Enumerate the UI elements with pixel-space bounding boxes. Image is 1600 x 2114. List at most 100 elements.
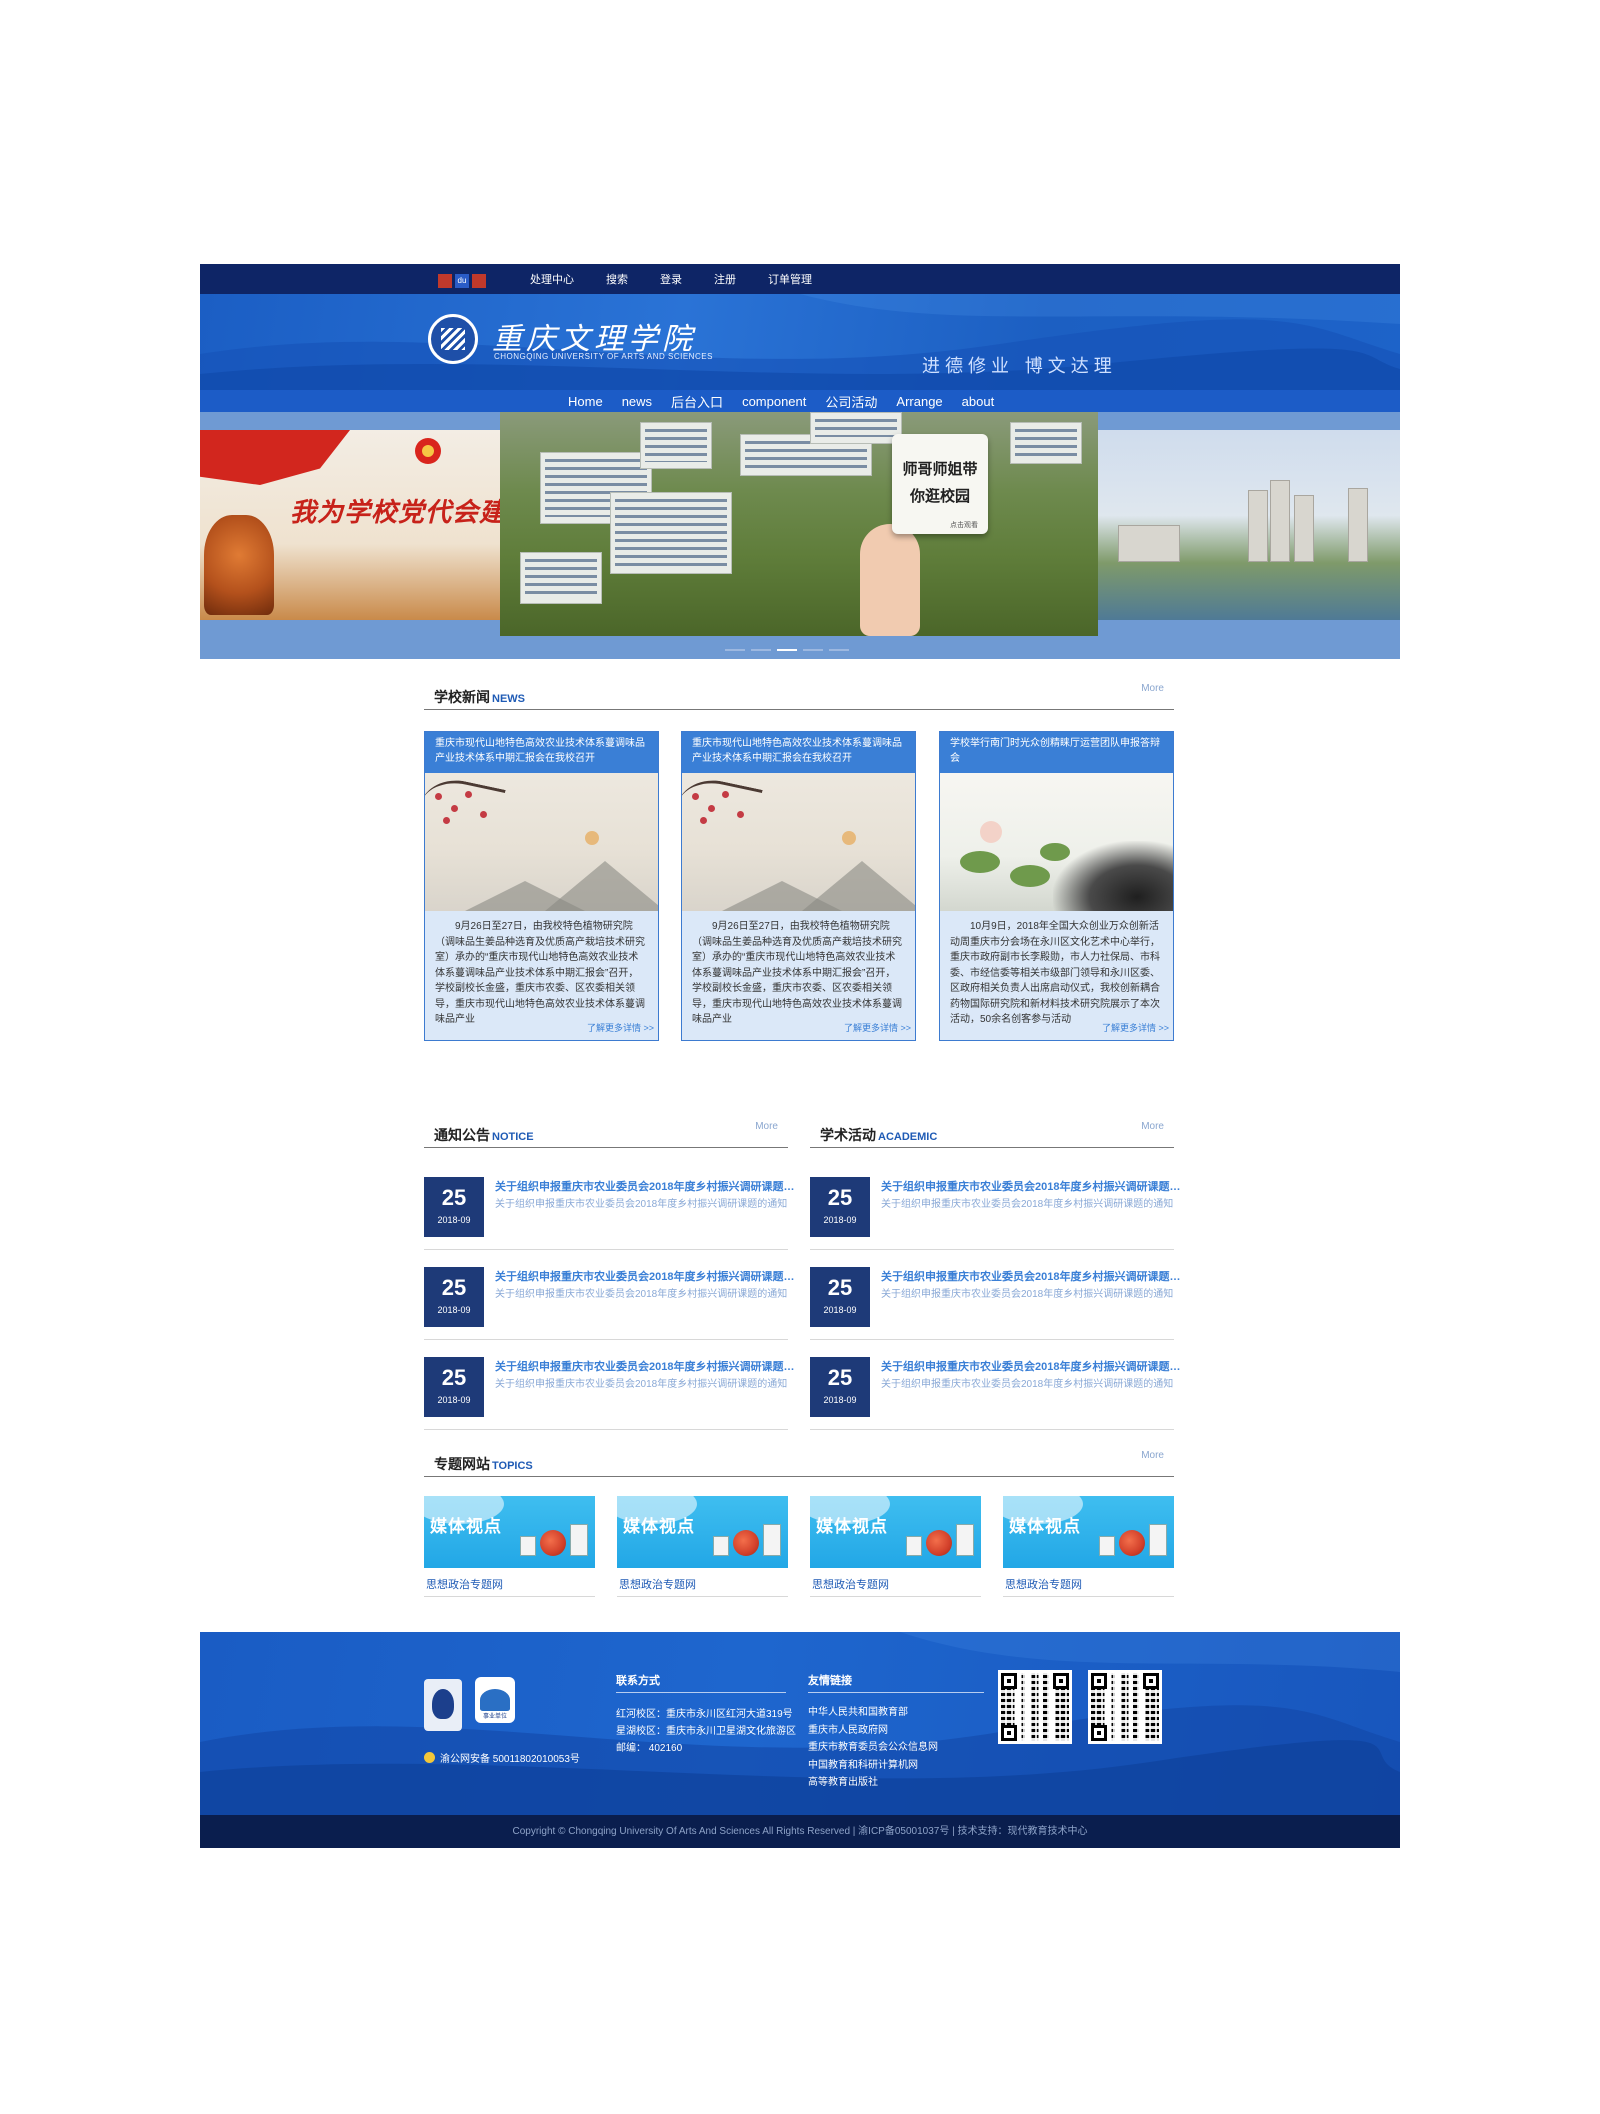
site-header: 重庆文理学院 CHONGQING UNIVERSITY OF ARTS AND … (200, 294, 1400, 390)
divider (808, 1692, 984, 1693)
academic-item-title[interactable]: 关于组织申报重庆市农业委员会2018年度乡村振兴调研课题的通知 (881, 1358, 1181, 1374)
nav-component[interactable]: component (742, 394, 806, 409)
contact-line: 星湖校区：重庆市永川卫星湖文化旅游区 (616, 1726, 796, 1737)
date-badge: 25 2018-09 (810, 1177, 870, 1237)
news-card-readmore[interactable]: 了解更多详情 >> (844, 1021, 911, 1034)
topic-banner[interactable]: 媒体视点 (617, 1496, 788, 1568)
contact-line: 红河校区：重庆市永川区红河大道319号 (616, 1709, 793, 1720)
academic-item-title[interactable]: 关于组织申报重庆市农业委员会2018年度乡村振兴调研课题的通知 (881, 1178, 1181, 1194)
notice-item-title[interactable]: 关于组织申报重庆市农业委员会2018年度乡村振兴调研课题的通知 (495, 1268, 795, 1284)
notice-section-header: 通知公告 NOTICE More (424, 1121, 788, 1148)
banner-slide-current[interactable]: 师哥师姐带 你逛校园 点击观看 (500, 412, 1098, 636)
copyright-bar: Copyright © Chongqing University Of Arts… (200, 1815, 1400, 1848)
news-card-title[interactable]: 重庆市现代山地特色高效农业技术体系蔓调味品产业技术体系中期汇报会在我校召开 (682, 732, 915, 773)
campus-building (1118, 525, 1180, 562)
notice-item[interactable]: 25 2018-09 关于组织申报重庆市农业委员会2018年度乡村振兴调研课题的通… (424, 1341, 795, 1430)
top-logo[interactable]: du (438, 272, 502, 290)
nav-about[interactable]: about (962, 394, 995, 409)
date-badge: 25 2018-09 (810, 1357, 870, 1417)
school-emblem-icon[interactable] (428, 314, 478, 364)
top-link-search[interactable]: 搜索 (606, 271, 628, 287)
top-link-login[interactable]: 登录 (660, 271, 682, 287)
news-card-readmore[interactable]: 了解更多详情 >> (1102, 1021, 1169, 1034)
date-badge: 25 2018-09 (810, 1267, 870, 1327)
topic-banner[interactable]: 媒体视点 (424, 1496, 595, 1568)
news-card-image (940, 773, 1173, 911)
news-card[interactable]: 学校举行南门时光众创精睐厅运营团队申报答辩会 10月9日，2018年全国大众创业… (939, 731, 1174, 1041)
news-card[interactable]: 重庆市现代山地特色高效农业技术体系蔓调味品产业技术体系中期汇报会在我校召开 9月… (681, 731, 916, 1041)
banner-card: 师哥师姐带 你逛校园 点击观看 (892, 434, 988, 534)
notice-section-title: 通知公告 NOTICE (434, 1127, 534, 1143)
topic-item[interactable]: 媒体视点 思想政治专题网 (810, 1496, 981, 1597)
notice-item[interactable]: 25 2018-09 关于组织申报重庆市农业委员会2018年度乡村振兴调研课题的通… (424, 1161, 795, 1250)
nav-company-activity[interactable]: 公司活动 (825, 392, 877, 411)
notice-item-desc: 关于组织申报重庆市农业委员会2018年度乡村振兴调研课题的通知 (495, 1199, 788, 1210)
contact-info: 红河校区：重庆市永川区红河大道319号 星湖校区：重庆市永川卫星湖文化旅游区 邮… (616, 1706, 796, 1757)
news-card[interactable]: 重庆市现代山地特色高效农业技术体系蔓调味品产业技术体系中期汇报会在我校召开 9月… (424, 731, 659, 1041)
news-card-title[interactable]: 重庆市现代山地特色高效农业技术体系蔓调味品产业技术体系中期汇报会在我校召开 (425, 732, 658, 773)
friend-link[interactable]: 重庆市教育委员会公众信息网 (808, 1739, 938, 1757)
contact-line: 邮编： 402160 (616, 1743, 683, 1754)
banner-slide-prev[interactable]: 我为学校党代会建 (200, 430, 500, 620)
nav-admin-entry[interactable]: 后台入口 (671, 392, 723, 411)
notice-item-title[interactable]: 关于组织申报重庆市农业委员会2018年度乡村振兴调研课题的通知 (495, 1358, 795, 1374)
carousel-dot[interactable] (829, 649, 849, 651)
academic-more-link[interactable]: More (1141, 1121, 1164, 1132)
academic-item[interactable]: 25 2018-09 关于组织申报重庆市农业委员会2018年度乡村振兴调研课题的通… (810, 1341, 1181, 1430)
public-institution-badge-icon[interactable]: 事业单位 (475, 1677, 515, 1723)
friend-link[interactable]: 中国教育和科研计算机网 (808, 1757, 938, 1775)
header-waves (200, 294, 1400, 390)
carousel-dot[interactable] (751, 649, 771, 651)
globe-icon (1119, 1530, 1145, 1556)
police-record-text[interactable]: 渝公网安备 50011802010053号 (440, 1750, 580, 1765)
academic-item[interactable]: 25 2018-09 关于组织申报重庆市农业委员会2018年度乡村振兴调研课题的通… (810, 1161, 1181, 1250)
notice-item[interactable]: 25 2018-09 关于组织申报重庆市农业委员会2018年度乡村振兴调研课题的通… (424, 1251, 795, 1340)
news-card-readmore[interactable]: 了解更多详情 >> (587, 1021, 654, 1034)
carousel-dot[interactable] (803, 649, 823, 651)
topic-caption[interactable]: 思想政治专题网 (426, 1576, 503, 1592)
friend-links: 中华人民共和国教育部 重庆市人民政府网 重庆市教育委员会公众信息网 中国教育和科… (808, 1704, 938, 1792)
topics-more-link[interactable]: More (1141, 1450, 1164, 1461)
police-badge-icon[interactable] (424, 1679, 462, 1731)
academic-section-title: 学术活动 ACADEMIC (820, 1127, 938, 1143)
friend-link[interactable]: 中华人民共和国教育部 (808, 1704, 938, 1722)
notice-item-title[interactable]: 关于组织申报重庆市农业委员会2018年度乡村振兴调研课题的通知 (495, 1178, 795, 1194)
top-bar: du 处理中心 搜索 登录 注册 订单管理 (200, 264, 1400, 294)
academic-item[interactable]: 25 2018-09 关于组织申报重庆市农业委员会2018年度乡村振兴调研课题的通… (810, 1251, 1181, 1340)
carousel-dot-active[interactable] (777, 649, 797, 651)
top-link-register[interactable]: 注册 (714, 271, 736, 287)
topic-caption[interactable]: 思想政治专题网 (619, 1576, 696, 1592)
nav-home[interactable]: Home (568, 394, 603, 409)
topic-banner[interactable]: 媒体视点 (810, 1496, 981, 1568)
qr-code-icon[interactable] (998, 1670, 1072, 1744)
globe-icon (540, 1530, 566, 1556)
qr-code-icon[interactable] (1088, 1670, 1162, 1744)
residential-tower (1294, 495, 1314, 562)
academic-item-desc: 关于组织申报重庆市农业委员会2018年度乡村振兴调研课题的通知 (881, 1199, 1174, 1210)
topic-item[interactable]: 媒体视点 思想政治专题网 (1003, 1496, 1174, 1597)
banner-slogan: 我为学校党代会建 (290, 498, 500, 528)
links-title: 友情链接 (808, 1675, 852, 1687)
notice-item-desc: 关于组织申报重庆市农业委员会2018年度乡村振兴调研课题的通知 (495, 1289, 788, 1300)
topic-item[interactable]: 媒体视点 思想政治专题网 (617, 1496, 788, 1597)
news-more-link[interactable]: More (1141, 683, 1164, 694)
main-nav: Home news 后台入口 component 公司活动 Arrange ab… (200, 390, 1400, 413)
top-link-process-center[interactable]: 处理中心 (530, 271, 574, 287)
notice-more-link[interactable]: More (755, 1121, 778, 1132)
academic-item-title[interactable]: 关于组织申报重庆市农业委员会2018年度乡村振兴调研课题的通知 (881, 1268, 1181, 1284)
top-link-orders[interactable]: 订单管理 (768, 271, 812, 287)
news-card-title[interactable]: 学校举行南门时光众创精睐厅运营团队申报答辩会 (940, 732, 1173, 773)
topic-item[interactable]: 媒体视点 思想政治专题网 (424, 1496, 595, 1597)
friend-link[interactable]: 高等教育出版社 (808, 1774, 938, 1792)
nav-arrange[interactable]: Arrange (896, 394, 942, 409)
news-card-summary: 10月9日，2018年全国大众创业万众创新活动周重庆市分会场在永川区文化艺术中心… (950, 921, 1160, 1025)
banner-slide-next[interactable] (1098, 430, 1400, 620)
logo-block-icon (438, 273, 452, 288)
friend-link[interactable]: 重庆市人民政府网 (808, 1722, 938, 1740)
carousel-dot[interactable] (725, 649, 745, 651)
academic-item-desc: 关于组织申报重庆市农业委员会2018年度乡村振兴调研课题的通知 (881, 1289, 1174, 1300)
topic-banner[interactable]: 媒体视点 (1003, 1496, 1174, 1568)
topic-caption[interactable]: 思想政治专题网 (1005, 1576, 1082, 1592)
topic-caption[interactable]: 思想政治专题网 (812, 1576, 889, 1592)
nav-news[interactable]: news (622, 394, 652, 409)
